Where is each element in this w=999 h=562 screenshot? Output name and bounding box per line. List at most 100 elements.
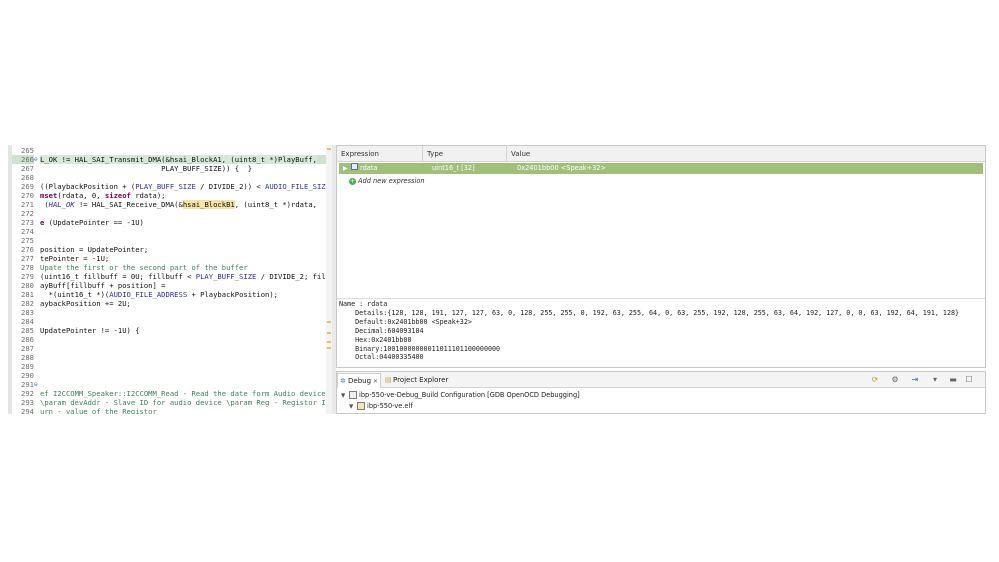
code-line[interactable]: 270 mset(rdata, 0, sizeof rdata); — [12, 191, 332, 200]
expression-type: uint16_t [32] — [432, 164, 475, 172]
launch-config-node[interactable]: ▼ ibp-550-ve-Debug_Build Configuration [G… — [341, 390, 985, 401]
line-number: 277 — [21, 254, 34, 263]
expression-value: 0x2401bb00 <Speak+32> — [517, 164, 606, 172]
code-line[interactable]: 286 — [12, 335, 332, 344]
code-line[interactable]: 271 (HAL_OK != HAL_SAI_Receive_DMA(&hsai… — [12, 200, 332, 209]
line-number: 292 — [21, 389, 34, 398]
close-icon[interactable]: ✕ — [373, 378, 378, 385]
overview-marker[interactable] — [327, 347, 331, 349]
elf-process-node[interactable]: ▼ ibp-550-ve.elf — [341, 401, 985, 412]
code-line[interactable]: 281 *(uint16_t *)(AUDIO_FILE_ADDRESS + P… — [12, 290, 332, 299]
code-line[interactable]: 293 \param devAddr - Slave ID for audio d… — [12, 398, 332, 407]
tab-project-explorer[interactable]: ▤Project Explorer — [383, 373, 453, 388]
column-header-value[interactable]: Value — [507, 146, 985, 162]
line-number: 289 — [21, 362, 34, 371]
collapse-triangle-icon[interactable]: ▼ — [349, 402, 357, 413]
details-line: Hex:0x2401bb00 — [339, 335, 412, 344]
code-text: urn - value of the Registor — [40, 407, 157, 414]
code-editor[interactable]: 265 266 ⊖ L_OK != HAL_SAI_Transmit_DMA(&hsa… — [8, 145, 332, 414]
maximize-icon[interactable]: ☐ — [963, 374, 975, 386]
line-number: 276 — [21, 245, 34, 254]
code-line[interactable]: 282 aybackPosition += 2U; — [12, 299, 332, 308]
code-line[interactable]: 266 ⊖ L_OK != HAL_SAI_Transmit_DMA(&hsai_B… — [12, 155, 332, 164]
expression-details-pane[interactable]: Name : rdata Details:{128, 128, 191, 127… — [337, 298, 985, 367]
line-number: 288 — [21, 353, 34, 362]
line-number: 283 — [21, 308, 34, 317]
code-text: ((PlaybackPosition + (PLAY_BUFF_SIZE / D… — [40, 182, 332, 191]
code-line[interactable]: 269 ((PlaybackPosition + (PLAY_BUFF_SIZE … — [12, 182, 332, 191]
code-line[interactable]: 268 — [12, 173, 332, 182]
add-new-expression[interactable]: + Add new expression — [349, 176, 425, 186]
line-number: 273 — [21, 218, 34, 227]
view-menu-icon[interactable]: ▾ — [929, 374, 941, 386]
line-number: 287 — [21, 344, 34, 353]
code-text: (HAL_OK != HAL_SAI_Receive_DMA(&hsai_Blo… — [40, 200, 332, 209]
code-text: Upate the first or the second part of th… — [40, 263, 248, 272]
column-header-expression[interactable]: Expression — [337, 146, 423, 162]
code-line[interactable]: 287 — [12, 344, 332, 353]
code-text: e (UpdatePointer == -1U) — [40, 218, 144, 227]
expression-name: rdata — [360, 164, 378, 172]
code-text: UpdatePointer != -1U) { — [40, 326, 140, 335]
settings-icon[interactable]: ⚙ — [889, 374, 901, 386]
code-line[interactable]: 283 — [12, 308, 332, 317]
code-line[interactable]: 274 — [12, 227, 332, 236]
code-line[interactable]: 294 urn - value of the Registor — [12, 407, 332, 414]
fold-marker-icon[interactable]: ⊖ — [34, 155, 39, 164]
step-into-icon[interactable]: ⇥ — [909, 374, 921, 386]
code-line[interactable]: 288 — [12, 353, 332, 362]
code-line[interactable]: 275 — [12, 236, 332, 245]
line-number: 284 — [21, 317, 34, 326]
tab-debug[interactable]: ✲ Debug ✕ — [337, 373, 381, 388]
code-line[interactable]: 277 tePointer = -1U; — [12, 254, 332, 263]
overview-marker[interactable] — [327, 148, 331, 150]
code-line[interactable]: 289 — [12, 362, 332, 371]
elf-process-label: ibp-550-ve.elf — [367, 402, 413, 410]
variable-icon — [351, 163, 358, 170]
line-number: 293 — [21, 398, 34, 407]
project-explorer-icon: ▤ — [385, 376, 392, 384]
elf-process-icon — [357, 402, 365, 410]
code-line[interactable]: 284 — [12, 317, 332, 326]
code-text: ayBuff[fillbuff + position] = — [40, 281, 166, 290]
code-line[interactable]: 265 — [12, 146, 332, 155]
code-line[interactable]: 278 Upate the first or the second part of… — [12, 263, 332, 272]
code-line[interactable]: 291 ⊖ — [12, 380, 332, 389]
code-line[interactable]: 273 e (UpdatePointer == -1U) — [12, 218, 332, 227]
line-number: 272 — [21, 209, 34, 218]
line-number: 270 — [21, 191, 34, 200]
remove-terminated-icon[interactable]: ⟳ — [869, 374, 881, 386]
details-line: Name : rdata — [339, 300, 388, 308]
code-text: position = UpdatePointer; — [40, 245, 149, 254]
code-text: ef I2CCOMM_Speaker::I2CCOMM_Read - Read … — [40, 389, 332, 398]
code-line[interactable]: 285 UpdatePointer != -1U) { — [12, 326, 332, 335]
code-text: tePointer = -1U; — [40, 254, 110, 263]
code-text: mset(rdata, 0, sizeof rdata); — [40, 191, 166, 200]
overview-marker[interactable] — [327, 321, 331, 323]
column-header-type[interactable]: Type — [423, 146, 507, 162]
details-line: Details:{128, 128, 191, 127, 127, 63, 0,… — [339, 308, 960, 317]
code-line[interactable]: 272 — [12, 209, 332, 218]
code-line[interactable]: 267 PLAY_BUFF_SIZE)) { } — [12, 164, 332, 173]
code-line[interactable]: 292 ef I2CCOMM_Speaker::I2CCOMM_Read - Re… — [12, 389, 332, 398]
minimize-icon[interactable]: ▬ — [947, 374, 959, 386]
details-line: Octal:04400335400 — [339, 353, 424, 362]
line-number: 281 — [21, 290, 34, 299]
code-line[interactable]: 280 ayBuff[fillbuff + position] = — [12, 281, 332, 290]
expression-row-rdata[interactable]: ▶ rdata uint16_t [32] 0x2401bb00 <Speak+… — [339, 163, 983, 174]
expand-triangle-icon[interactable]: ▶ — [343, 163, 348, 174]
line-number: 266 — [12, 155, 34, 164]
code-text: L_OK != HAL_SAI_Transmit_DMA(&hsai_Block… — [40, 155, 332, 164]
line-number: 275 — [21, 236, 34, 245]
code-line[interactable]: 290 — [12, 371, 332, 380]
add-new-expression-label: Add new expression — [358, 177, 425, 185]
fold-marker-icon[interactable]: ⊖ — [34, 380, 39, 389]
overview-marker[interactable] — [327, 332, 331, 334]
code-line[interactable]: 276 position = UpdatePointer; — [12, 245, 332, 254]
debug-icon: ✲ — [340, 377, 346, 385]
overview-marker[interactable] — [327, 341, 331, 343]
line-number: 286 — [21, 335, 34, 344]
line-number: 291 — [21, 380, 34, 389]
details-line: Binary:10010000000011011101100000000 — [339, 344, 501, 353]
code-line[interactable]: 279 (uint16_t fillbuff = 0U; fillbuff < P… — [12, 272, 332, 281]
